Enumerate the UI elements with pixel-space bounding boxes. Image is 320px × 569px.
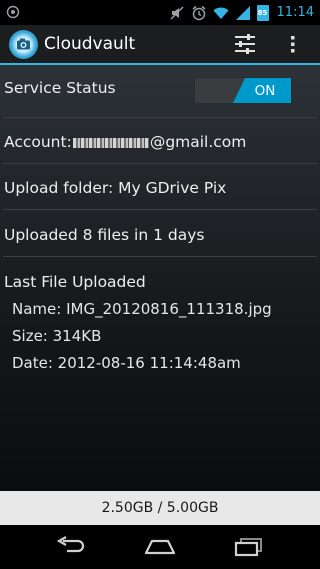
alarm-icon: [192, 5, 206, 20]
overflow-menu-icon[interactable]: [283, 31, 303, 57]
home-icon[interactable]: [143, 535, 177, 559]
account-row[interactable]: Account: @gmail.com: [4, 133, 320, 151]
divider: [3, 163, 317, 164]
account-suffix: @gmail.com: [149, 133, 247, 151]
divider: [3, 117, 317, 118]
account-prefix: Account:: [4, 133, 72, 151]
service-status-toggle[interactable]: ON: [194, 77, 292, 104]
back-icon[interactable]: [54, 535, 88, 559]
notification-icon: [6, 5, 20, 19]
action-bar: Cloudvault: [0, 25, 320, 65]
recents-icon[interactable]: [232, 535, 266, 559]
storage-usage-bar: 2.50GB / 5.00GB: [0, 491, 320, 525]
status-bar: 85 11:14: [0, 0, 320, 25]
divider: [3, 256, 317, 257]
uploaded-summary: Uploaded 8 files in 1 days: [4, 226, 205, 244]
last-file-name: Name: IMG_20120816_111318.jpg: [12, 300, 272, 318]
last-file-date: Date: 2012-08-16 11:14:48am: [12, 354, 241, 372]
last-file-heading: Last File Uploaded: [4, 273, 146, 291]
status-clock: 11:14: [276, 5, 314, 20]
battery-icon: 85: [256, 4, 269, 21]
signal-icon: [235, 5, 250, 20]
redacted-username: [72, 137, 149, 148]
last-file-size: Size: 314KB: [12, 327, 102, 345]
settings-sliders-icon[interactable]: [231, 31, 259, 57]
upload-folder-row[interactable]: Upload folder: My GDrive Pix: [4, 179, 320, 197]
toggle-on-label: ON: [233, 78, 291, 103]
navigation-bar: [0, 525, 320, 569]
divider: [3, 209, 317, 210]
storage-usage-text: 2.50GB / 5.00GB: [101, 500, 219, 516]
mute-icon: [170, 5, 184, 20]
app-camera-icon[interactable]: [9, 30, 38, 59]
wifi-icon: [213, 7, 229, 19]
app-title: Cloudvault: [44, 34, 136, 54]
